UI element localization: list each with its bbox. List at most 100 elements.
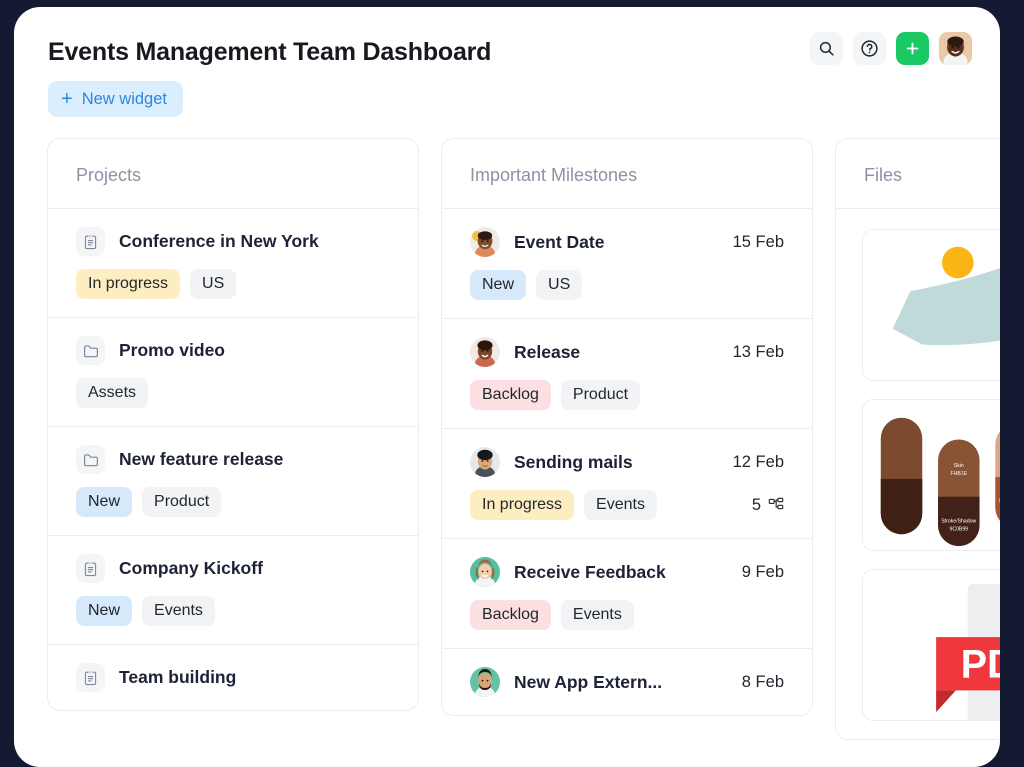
- milestone-row[interactable]: Receive Feedback 9 Feb Backlog Events: [442, 539, 812, 649]
- column-milestones: Important Milestones Event Date 15 Feb N…: [441, 138, 813, 716]
- milestone-tags: New US: [470, 270, 784, 300]
- project-title: Company Kickoff: [119, 558, 263, 578]
- milestone-date: 8 Feb: [741, 672, 784, 691]
- project-tags: Assets: [76, 378, 390, 408]
- avatar: [470, 227, 500, 257]
- user-avatar[interactable]: [939, 32, 972, 65]
- file-thumbnail-pdf-icon: PDF: [863, 570, 1000, 720]
- new-widget-label: New widget: [81, 89, 167, 108]
- svg-text:9C0B99: 9C0B99: [950, 526, 969, 532]
- help-button[interactable]: [853, 32, 886, 65]
- milestone-tags: In progress Events 5: [470, 490, 784, 520]
- avatar-image: [470, 447, 500, 477]
- label-badge[interactable]: Events: [560, 600, 634, 630]
- subtask-count[interactable]: 5: [752, 496, 784, 515]
- project-tags: New Events: [76, 596, 390, 626]
- project-title: Promo video: [119, 340, 225, 360]
- column-files: Files Skin FHB1E Stroke/Shadow 9C0B99 P: [835, 138, 1000, 740]
- milestone-date: 9 Feb: [741, 562, 784, 581]
- avatar: [470, 557, 500, 587]
- avatar-image: [470, 337, 500, 367]
- pdf-label: PDF: [961, 643, 1000, 687]
- search-icon: [819, 41, 834, 56]
- add-button[interactable]: [896, 32, 929, 65]
- header-actions: [810, 32, 972, 65]
- file-card-abstract[interactable]: [862, 229, 1000, 381]
- help-icon: [861, 40, 878, 57]
- milestone-title: New App Extern...: [514, 671, 663, 692]
- new-widget-button[interactable]: + New widget: [48, 81, 183, 117]
- milestone-date: 12 Feb: [732, 452, 784, 471]
- project-row[interactable]: Team building: [48, 645, 418, 710]
- avatar-image: [470, 557, 500, 587]
- avatar-image: [939, 32, 972, 65]
- milestone-row[interactable]: Sending mails 12 Feb In progress Events …: [442, 429, 812, 539]
- clipboard-icon: [76, 227, 105, 256]
- label-badge[interactable]: Events: [142, 596, 215, 626]
- clipboard-icon: [76, 663, 105, 692]
- avatar: [470, 447, 500, 477]
- status-badge[interactable]: New: [76, 487, 133, 517]
- label-badge[interactable]: Events: [584, 490, 657, 520]
- status-badge[interactable]: New: [470, 270, 527, 300]
- project-row[interactable]: Company Kickoff New Events: [48, 536, 418, 645]
- milestone-tags: Backlog Events: [470, 600, 784, 630]
- dashboard-header: Events Management Team Dashboard + New w…: [14, 7, 1000, 117]
- label-badge[interactable]: US: [536, 270, 583, 300]
- project-tags: New Product: [76, 487, 390, 517]
- milestone-tags: Backlog Product: [470, 380, 784, 410]
- column-title-milestones: Important Milestones: [442, 139, 812, 209]
- milestone-date: 13 Feb: [732, 342, 784, 361]
- column-title-projects: Projects: [48, 139, 418, 209]
- file-thumbnail-palette-icon: SkinFHB1E Stroke/Shadow9C0B99 SkinD4F09C…: [863, 400, 1000, 550]
- milestone-title: Event Date: [514, 231, 605, 252]
- project-tags: In progress US: [76, 269, 390, 299]
- milestone-row[interactable]: Release 13 Feb Backlog Product: [442, 319, 812, 429]
- avatar-image: [470, 227, 500, 257]
- avatar: [470, 667, 500, 697]
- project-row[interactable]: New feature release New Product: [48, 427, 418, 536]
- add-icon: [906, 42, 919, 55]
- label-badge[interactable]: US: [190, 269, 237, 299]
- column-projects: Projects Conference in New York In progr…: [47, 138, 419, 711]
- svg-text:Skin: Skin: [954, 463, 964, 469]
- subtask-icon: [768, 497, 784, 510]
- milestone-title: Release: [514, 341, 581, 362]
- project-title: New feature release: [119, 449, 284, 469]
- svg-text:Stroke/Shadow: Stroke/Shadow: [999, 499, 1000, 505]
- project-row[interactable]: Conference in New York In progress US: [48, 209, 418, 318]
- files-list: SkinFHB1E Stroke/Shadow9C0B99 SkinD4F09C…: [836, 209, 1000, 721]
- milestone-row[interactable]: Event Date 15 Feb New US: [442, 209, 812, 319]
- avatar-image: [470, 667, 500, 697]
- label-badge[interactable]: Product: [560, 380, 641, 410]
- svg-text:FHB1E: FHB1E: [951, 471, 968, 477]
- status-badge[interactable]: New: [76, 596, 133, 626]
- status-badge[interactable]: In progress: [76, 269, 181, 299]
- widget-board: Projects Conference in New York In progr…: [14, 117, 1000, 740]
- label-badge[interactable]: Assets: [76, 378, 149, 408]
- status-badge[interactable]: Backlog: [470, 600, 551, 630]
- search-button[interactable]: [810, 32, 843, 65]
- file-thumbnail-abstract-icon: [863, 230, 1000, 380]
- app-window: Events Management Team Dashboard + New w…: [14, 7, 1000, 767]
- status-badge[interactable]: Backlog: [470, 380, 551, 410]
- file-card-pdf[interactable]: PDF: [862, 569, 1000, 721]
- clipboard-icon: [76, 554, 105, 583]
- project-title: Conference in New York: [119, 231, 319, 251]
- svg-text:Stroke/Shadow: Stroke/Shadow: [941, 518, 976, 524]
- label-badge[interactable]: Product: [142, 487, 222, 517]
- subtask-count-value: 5: [751, 495, 761, 514]
- milestone-date: 15 Feb: [732, 232, 784, 251]
- avatar: [470, 337, 500, 367]
- column-title-files: Files: [836, 139, 1000, 209]
- project-row[interactable]: Promo video Assets: [48, 318, 418, 427]
- folder-icon: [76, 336, 105, 365]
- folder-icon: [76, 445, 105, 474]
- status-badge[interactable]: In progress: [470, 490, 575, 520]
- file-card-palette[interactable]: SkinFHB1E Stroke/Shadow9C0B99 SkinD4F09C…: [862, 399, 1000, 551]
- milestone-row[interactable]: New App Extern... 8 Feb: [442, 649, 812, 715]
- milestone-title: Receive Feedback: [514, 561, 666, 582]
- milestone-title: Sending mails: [514, 451, 633, 472]
- plus-icon: +: [61, 88, 73, 110]
- project-title: Team building: [119, 667, 237, 687]
